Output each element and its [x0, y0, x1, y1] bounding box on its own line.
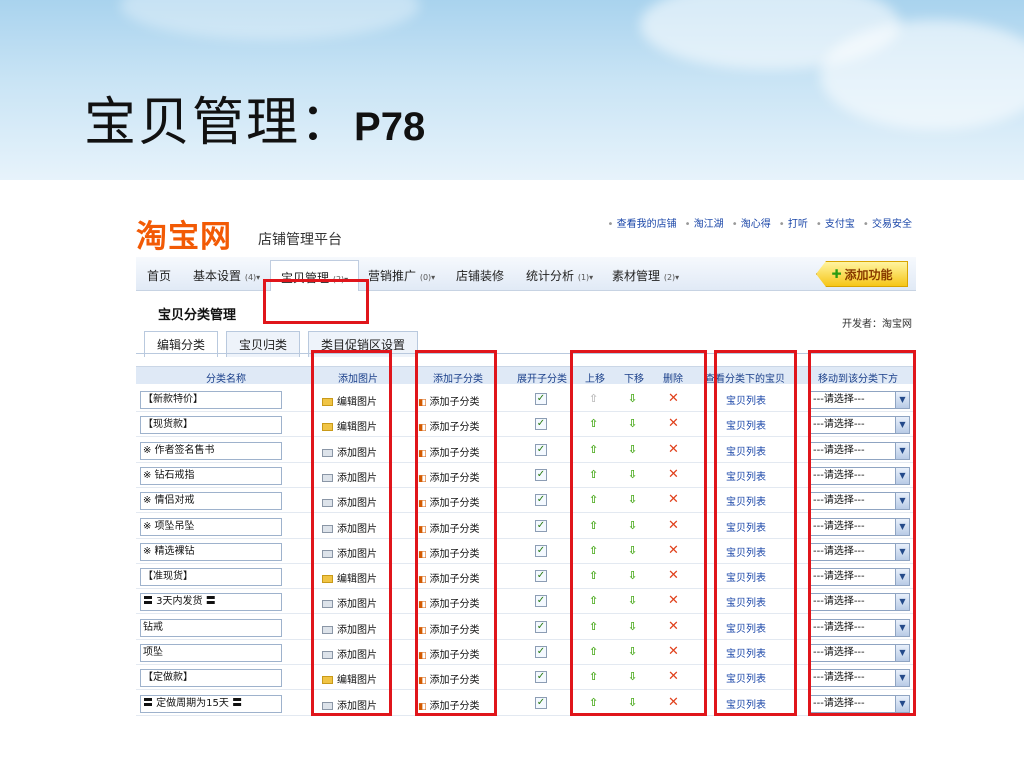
table-row: 〓 定做周期为15天 〓添加图片 ◧ 添加子分类 ✓ ⇧ ⇩ ✕ 宝贝列表 ---请选择--- ▼	[136, 691, 916, 716]
top-links: 查看我的店铺 淘江湖 淘心得 打听 支付宝 交易安全	[608, 215, 912, 230]
col-header: 分类名称	[206, 374, 246, 385]
nav-item-basic-settings[interactable]: 基本设置 (4)▾	[193, 267, 260, 284]
category-name-field[interactable]: ※ 精选裸钻	[140, 542, 282, 561]
category-name-field[interactable]: ※ 作者签名售书	[140, 441, 282, 460]
table-row: 【新款特价】 编辑图片 ◧ 添加子分类 ✓ ⇧ ⇩ ✕ 宝贝列表 ---请选择--- ▼	[136, 387, 916, 412]
top-link[interactable]: 支付宝	[816, 215, 855, 230]
table-row: 钻戒 添加图片 ◧ 添加子分类 ✓ ⇧ ⇩ ✕ 宝贝列表 ---请选择--- ▼	[136, 615, 916, 640]
nav-item-materials[interactable]: 素材管理 (2)▾	[612, 267, 679, 284]
expand-checkbox[interactable]: ✓	[535, 671, 547, 684]
nav-item-home[interactable]: 首页	[147, 267, 171, 284]
expand-checkbox[interactable]: ✓	[535, 696, 547, 709]
tab-divider	[136, 353, 916, 354]
category-name-field[interactable]: 【定做款】	[140, 669, 282, 688]
category-name-field[interactable]: 〓 3天内发货 〓	[140, 593, 282, 612]
category-name-field[interactable]: 【新款特价】	[140, 391, 282, 409]
expand-checkbox[interactable]: ✓	[535, 418, 547, 431]
top-link[interactable]: 淘江湖	[685, 215, 724, 230]
slide-title: 宝贝管理：P78	[84, 93, 426, 153]
expand-checkbox[interactable]: ✓	[535, 570, 547, 583]
category-name-field[interactable]: ※ 钻石戒指	[140, 466, 282, 485]
highlight-list-col	[714, 350, 797, 716]
top-link[interactable]: 打听	[779, 215, 808, 230]
top-link[interactable]: 交易安全	[863, 215, 912, 230]
table-row: 项坠 添加图片 ◧ 添加子分类 ✓ ⇧ ⇩ ✕ 宝贝列表 ---请选择--- ▼	[136, 640, 916, 665]
expand-checkbox[interactable]: ✓	[535, 519, 547, 532]
highlight-move-delete-cols	[570, 350, 707, 716]
taobao-screenshot: 淘宝网 店铺管理平台 查看我的店铺 淘江湖 淘心得 打听 支付宝 交易安全 首页…	[136, 205, 916, 720]
category-name-field[interactable]: 钻戒	[140, 618, 282, 637]
table-row: ※ 精选裸钻 添加图片 ◧ 添加子分类 ✓ ⇧ ⇩ ✕ 宝贝列表 ---请选择--- ▼	[136, 539, 916, 564]
table-row: ※ 作者签名售书 添加图片 ◧ 添加子分类 ✓ ⇧ ⇩ ✕ 宝贝列表 ---请选择--- ▼	[136, 438, 916, 463]
category-name-field[interactable]: 项坠	[140, 644, 282, 662]
table-row: ※ 项坠吊坠 添加图片 ◧ 添加子分类 ✓ ⇧ ⇩ ✕ 宝贝列表 ---请选择--- ▼	[136, 514, 916, 539]
table-row: 【现货款】 编辑图片 ◧ 添加子分类 ✓ ⇧ ⇩ ✕ 宝贝列表 ---请选择--- ▼	[136, 412, 916, 438]
highlight-move-to-col	[808, 350, 916, 716]
col-header: 展开子分类	[517, 374, 567, 385]
slide-header: 宝贝管理：P78	[0, 0, 1024, 180]
taobao-logo: 淘宝网	[136, 219, 232, 255]
top-link[interactable]: 查看我的店铺	[608, 215, 677, 230]
nav-item-marketing[interactable]: 营销推广 (0)▾	[368, 267, 435, 284]
top-link[interactable]: 淘心得	[732, 215, 771, 230]
expand-checkbox[interactable]: ✓	[535, 544, 547, 557]
highlight-nav	[263, 279, 369, 324]
highlight-subcategory-col	[415, 350, 497, 716]
expand-checkbox[interactable]: ✓	[535, 646, 547, 658]
plus-icon: ✚	[831, 267, 842, 281]
main-nav: 首页 基本设置 (4)▾ 宝贝管理 (2)▾ 营销推广 (0)▾ 店铺装修 统计…	[136, 257, 916, 291]
table-row: 【准现货】 编辑图片 ◧ 添加子分类 ✓ ⇧ ⇩ ✕ 宝贝列表 ---请选择--- ▼	[136, 564, 916, 590]
table-row: 【定做款】 编辑图片 ◧ 添加子分类 ✓ ⇧ ⇩ ✕ 宝贝列表 ---请选择--- ▼	[136, 665, 916, 691]
developer-label: 开发者：淘宝网	[842, 319, 912, 330]
table-row: 〓 3天内发货 〓添加图片 ◧ 添加子分类 ✓ ⇧ ⇩ ✕ 宝贝列表 ---请选择--- ▼	[136, 589, 916, 615]
category-name-field[interactable]: 【准现货】	[140, 568, 282, 587]
category-name-field[interactable]: ※ 情侣对戒	[140, 492, 282, 511]
expand-checkbox[interactable]: ✓	[535, 393, 547, 405]
add-function-button[interactable]: ✚ 添加功能	[816, 261, 908, 287]
slide-page-ref: P78	[354, 105, 426, 149]
expand-checkbox[interactable]: ✓	[535, 443, 547, 456]
section-title: 宝贝分类管理	[158, 308, 237, 323]
table-row: ※ 情侣对戒 添加图片 ◧ 添加子分类 ✓ ⇧ ⇩ ✕ 宝贝列表 ---请选择--- ▼	[136, 488, 916, 514]
table-row: ※ 钻石戒指 添加图片 ◧ 添加子分类 ✓ ⇧ ⇩ ✕ 宝贝列表 ---请选择--- ▼	[136, 463, 916, 488]
highlight-image-col	[311, 350, 392, 716]
category-name-field[interactable]: 〓 定做周期为15天 〓	[140, 694, 282, 713]
expand-checkbox[interactable]: ✓	[535, 620, 547, 633]
category-name-field[interactable]: ※ 项坠吊坠	[140, 517, 282, 536]
nav-item-decoration[interactable]: 店铺装修	[456, 267, 504, 284]
expand-checkbox[interactable]: ✓	[535, 595, 547, 608]
expand-checkbox[interactable]: ✓	[535, 494, 547, 507]
platform-subtitle: 店铺管理平台	[258, 232, 342, 248]
expand-checkbox[interactable]: ✓	[535, 468, 547, 481]
category-name-field[interactable]: 【现货款】	[140, 416, 282, 435]
table-header: 分类名称 添加图片 添加子分类 展开子分类 上移 下移 删除 查看分类下的宝贝 …	[136, 366, 916, 385]
nav-item-statistics[interactable]: 统计分析 (1)▾	[526, 267, 593, 284]
